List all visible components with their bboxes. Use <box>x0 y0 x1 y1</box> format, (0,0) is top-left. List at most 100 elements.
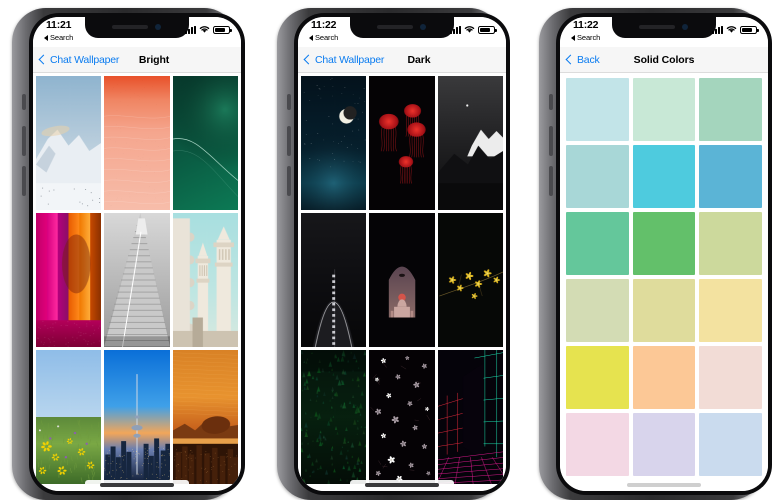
notch <box>612 17 716 38</box>
back-arrow-icon <box>44 34 48 41</box>
status-bar: 11:22 Search <box>560 17 768 47</box>
solid-color-swatch-blush-pink[interactable] <box>699 346 762 409</box>
solid-colors-grid-container <box>560 73 768 491</box>
cellular-bars-icon <box>185 25 196 34</box>
front-camera-icon <box>682 24 688 30</box>
wallpaper-image-yellow-blossom-branch <box>437 213 503 347</box>
solid-color-swatch-pale-aqua[interactable] <box>566 78 629 141</box>
wallpaper-image-neon-grid-room <box>437 350 503 484</box>
wallpaper-thumb-dark-arch-monument[interactable] <box>301 213 367 347</box>
volume-down-button[interactable] <box>287 166 291 196</box>
solid-color-swatch-powder-blue[interactable] <box>699 413 762 476</box>
page-title: Bright <box>138 53 170 66</box>
home-indicator[interactable] <box>627 483 701 487</box>
wifi-icon <box>464 26 475 33</box>
cellular-bars-icon <box>712 25 723 34</box>
wallpaper-thumb-yellow-blossom-branch[interactable] <box>437 213 503 347</box>
status-back-to-search[interactable]: Search <box>309 33 338 42</box>
wallpaper-grid <box>298 73 506 484</box>
solid-color-swatch-pale-olive[interactable] <box>699 212 762 275</box>
wallpaper-thumb-white-blossoms-on-black[interactable] <box>369 350 435 484</box>
status-time: 11:21 <box>46 19 72 31</box>
solid-color-swatch-jade-green[interactable] <box>566 212 629 275</box>
wallpaper-thumb-white-mosque-minarets[interactable] <box>172 213 238 347</box>
navigation-bar: Chat Wallpaper Bright <box>33 47 241 73</box>
wallpaper-image-moonlit-snow-peak <box>437 76 503 210</box>
solid-color-swatch-lavender[interactable] <box>632 413 696 476</box>
page-title: Solid Colors <box>633 53 695 66</box>
back-arrow-icon <box>571 34 575 41</box>
solid-color-swatch-soft-seafoam[interactable] <box>699 78 762 141</box>
volume-up-button[interactable] <box>22 126 26 156</box>
wallpaper-thumb-coral-pink-marble[interactable] <box>104 76 170 210</box>
front-camera-icon <box>155 24 161 30</box>
wallpaper-thumb-taj-mahal-night-window[interactable] <box>369 213 435 347</box>
wallpaper-thumb-neon-grid-room[interactable] <box>437 350 503 484</box>
solid-color-swatch-baby-pink[interactable] <box>566 413 629 476</box>
wallpaper-grid <box>33 73 241 484</box>
iphone-dark: 11:22 Search Chat Wallpaper Dark <box>265 8 515 500</box>
status-back-label: Search <box>50 33 74 42</box>
wallpaper-thumb-dark-pine-forest[interactable] <box>301 350 367 484</box>
iphone-solid-colors: 11:22 Search Back Solid Colors <box>527 8 777 500</box>
solid-color-swatch-sage-cream[interactable] <box>566 279 629 342</box>
status-indicators <box>450 25 497 34</box>
wallpaper-image-red-jellyfish-on-black <box>369 76 435 210</box>
battery-icon <box>478 25 497 34</box>
solid-color-swatch-bright-cyan[interactable] <box>632 145 696 208</box>
wallpaper-thumb-red-jellyfish-on-black[interactable] <box>369 76 435 210</box>
wallpaper-image-taj-mahal-night-window <box>369 213 435 347</box>
volume-down-button[interactable] <box>549 166 553 196</box>
solid-color-swatch-pale-mint[interactable] <box>632 78 696 141</box>
phone-screen-solid: 11:22 Search Back Solid Colors <box>560 17 768 491</box>
status-back-label: Search <box>315 33 339 42</box>
status-bar: 11:22 Search <box>298 17 506 47</box>
wallpaper-image-yellow-wildflower-meadow <box>36 350 102 484</box>
status-back-to-search[interactable]: Search <box>44 33 73 42</box>
silent-switch[interactable] <box>287 94 291 110</box>
solid-color-swatch-sky-blue[interactable] <box>699 145 762 208</box>
wallpaper-thumb-crescent-moon-night-sky[interactable] <box>301 76 367 210</box>
solid-color-swatch-grass-green[interactable] <box>632 212 696 275</box>
wallpaper-thumb-moonlit-snow-peak[interactable] <box>437 76 503 210</box>
solid-color-swatch-khaki-yellow[interactable] <box>632 279 696 342</box>
notch <box>85 17 189 38</box>
volume-up-button[interactable] <box>549 126 553 156</box>
wallpaper-thumb-rio-sugarloaf-sunset[interactable] <box>172 350 238 484</box>
wallpaper-thumb-magenta-orange-curtains[interactable] <box>36 213 102 347</box>
phone-frame-outer: 11:22 Search <box>277 8 510 500</box>
wallpaper-grid-dark <box>298 73 506 491</box>
solid-color-swatch-butter-yellow[interactable] <box>699 279 762 342</box>
solid-color-swatch-peach-orange[interactable] <box>632 346 696 409</box>
wallpaper-image-dark-arch-monument <box>301 213 367 347</box>
wallpaper-image-crescent-moon-night-sky <box>301 76 367 210</box>
wifi-icon <box>726 26 737 33</box>
page-title: Dark <box>407 53 431 66</box>
solid-color-swatch-lemon-yellow[interactable] <box>566 346 629 409</box>
silent-switch[interactable] <box>22 94 26 110</box>
silent-switch[interactable] <box>549 94 553 110</box>
solid-colors-grid <box>560 73 768 481</box>
status-back-to-search[interactable]: Search <box>571 33 600 42</box>
home-indicator[interactable] <box>100 483 174 487</box>
wallpaper-thumb-yellow-wildflower-meadow[interactable] <box>36 350 102 484</box>
wallpaper-grid-bright <box>33 73 241 491</box>
wallpaper-thumb-kuwait-tower-city-skyline[interactable] <box>104 350 170 484</box>
wallpaper-thumb-snowy-mountain-ridge[interactable] <box>36 76 102 210</box>
volume-up-button[interactable] <box>287 126 291 156</box>
front-camera-icon <box>420 24 426 30</box>
volume-down-button[interactable] <box>22 166 26 196</box>
home-indicator[interactable] <box>365 483 439 487</box>
battery-icon <box>740 25 759 34</box>
solid-color-swatch-muted-turquoise[interactable] <box>566 145 629 208</box>
cellular-bars-icon <box>450 25 461 34</box>
phone-frame-outer: 11:22 Search <box>539 8 772 500</box>
wallpaper-thumb-emerald-green-abstract[interactable] <box>172 76 238 210</box>
back-arrow-icon <box>309 34 313 41</box>
battery-icon <box>213 25 232 34</box>
status-back-label: Search <box>577 33 601 42</box>
wallpaper-image-dark-pine-forest <box>301 350 367 484</box>
wallpaper-image-kuwait-tower-city-skyline <box>104 350 170 484</box>
wallpaper-thumb-grayscale-step-pyramid[interactable] <box>104 213 170 347</box>
status-indicators <box>185 25 232 34</box>
